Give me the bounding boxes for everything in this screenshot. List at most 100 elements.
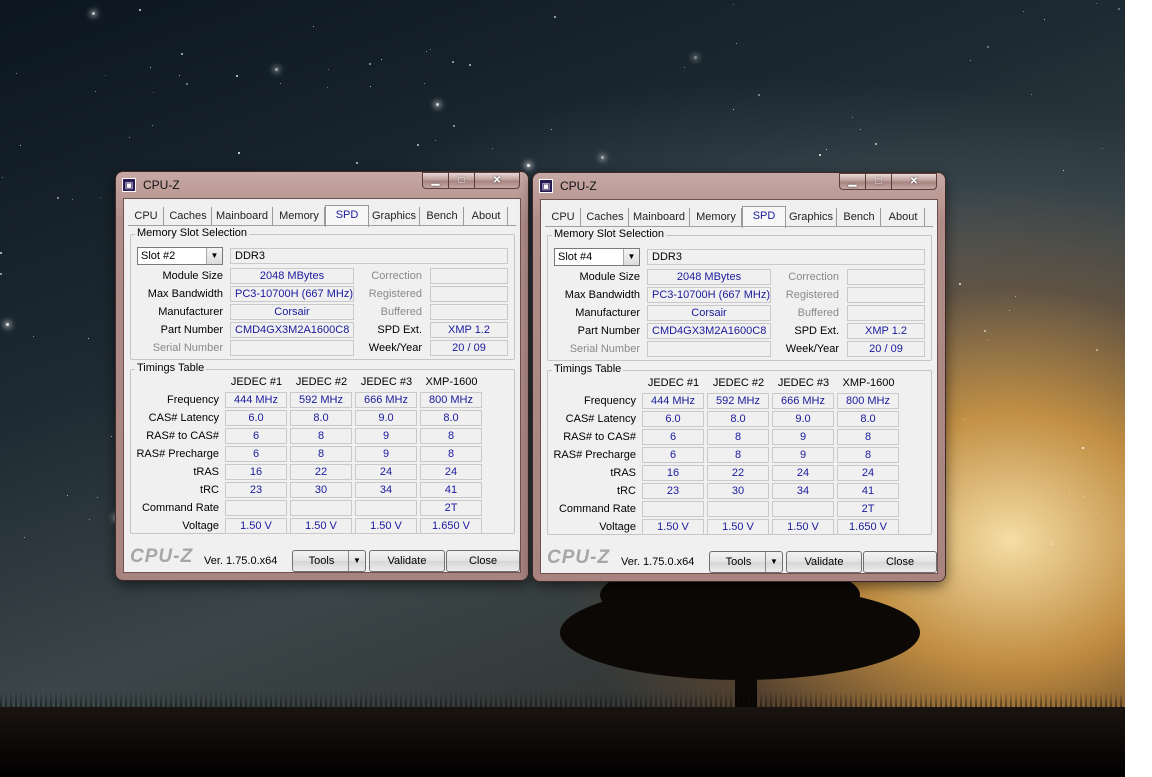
star bbox=[274, 68, 278, 72]
tab-bench[interactable]: Bench bbox=[421, 207, 464, 225]
timing-value: 23 bbox=[642, 483, 704, 499]
timing-row-label: tRAS bbox=[193, 466, 219, 478]
tab-cpu[interactable]: CPU bbox=[129, 207, 164, 225]
validate-button[interactable]: Validate bbox=[369, 550, 445, 572]
cpuz-app-icon[interactable]: ▣ bbox=[122, 178, 136, 192]
part-number-label: Part Number bbox=[577, 325, 640, 337]
close-button[interactable]: Close bbox=[863, 551, 937, 573]
tab-mainboard[interactable]: Mainboard bbox=[629, 208, 690, 226]
group-title: Timings Table bbox=[552, 363, 624, 375]
timing-column-header: JEDEC #3 bbox=[777, 377, 830, 389]
slot-select[interactable]: Slot #2 ▼ bbox=[137, 247, 223, 265]
timing-row-label: RAS# to CAS# bbox=[563, 431, 636, 443]
tab-bench[interactable]: Bench bbox=[838, 208, 881, 226]
tab-memory[interactable]: Memory bbox=[274, 207, 325, 225]
maximize-button[interactable]: □ bbox=[448, 172, 475, 189]
chevron-down-icon[interactable]: ▼ bbox=[348, 551, 365, 571]
buffered-value bbox=[847, 305, 925, 321]
timing-value: 1.50 V bbox=[290, 518, 352, 534]
timing-value: 444 MHz bbox=[225, 392, 287, 408]
timing-row-label: Frequency bbox=[167, 394, 219, 406]
chevron-down-icon[interactable]: ▼ bbox=[765, 552, 782, 572]
star bbox=[859, 129, 861, 131]
timing-value: 8.0 bbox=[290, 410, 352, 426]
timing-value: 1.50 V bbox=[772, 519, 834, 535]
star bbox=[33, 336, 35, 338]
tab-spd[interactable]: SPD bbox=[742, 206, 786, 228]
slot-select-value: Slot #2 bbox=[141, 250, 176, 262]
tab-about[interactable]: About bbox=[465, 207, 508, 225]
timing-value: 1.50 V bbox=[355, 518, 417, 534]
close-button[interactable]: Close bbox=[446, 550, 520, 572]
star bbox=[91, 11, 95, 15]
star bbox=[1031, 93, 1033, 95]
star bbox=[5, 323, 9, 327]
tab-graphics[interactable]: Graphics bbox=[786, 208, 837, 226]
correction-value bbox=[430, 268, 508, 284]
star bbox=[453, 125, 456, 127]
star bbox=[20, 145, 22, 147]
timing-value: 30 bbox=[290, 482, 352, 498]
star bbox=[328, 69, 330, 71]
timing-value: 592 MHz bbox=[707, 393, 769, 409]
star bbox=[451, 61, 454, 64]
timing-value: 8 bbox=[837, 429, 899, 445]
tab-mainboard[interactable]: Mainboard bbox=[212, 207, 273, 225]
chevron-down-icon[interactable]: ▼ bbox=[623, 249, 639, 265]
registered-value bbox=[847, 287, 925, 303]
maximize-icon: □ bbox=[458, 175, 465, 186]
timing-value: 8 bbox=[290, 446, 352, 462]
timing-value: 1.650 V bbox=[837, 519, 899, 535]
cpuz-window[interactable]: ▣ CPU-Z ▁ □ ✕ CPU Caches Mainboard Memor… bbox=[116, 172, 528, 580]
star bbox=[153, 92, 155, 94]
timing-row-label: Command Rate bbox=[141, 502, 219, 514]
timing-value: 8.0 bbox=[837, 411, 899, 427]
version-text: Ver. 1.75.0.x64 bbox=[621, 556, 695, 568]
cpuz-window[interactable]: ▣ CPU-Z ▁ □ ✕ CPU Caches Mainboard Memor… bbox=[533, 173, 945, 581]
star bbox=[527, 299, 529, 301]
timing-value: 8 bbox=[707, 429, 769, 445]
star bbox=[693, 55, 697, 59]
tab-memory[interactable]: Memory bbox=[691, 208, 742, 226]
title-bar[interactable]: ▣ CPU-Z ▁ □ ✕ bbox=[533, 173, 945, 201]
buffered-value bbox=[430, 304, 508, 320]
close-window-button[interactable]: ✕ bbox=[891, 173, 937, 190]
slot-select[interactable]: Slot #4 ▼ bbox=[554, 248, 640, 266]
star bbox=[875, 143, 878, 146]
timing-value: 9 bbox=[772, 429, 834, 445]
correction-label: Correction bbox=[371, 270, 422, 282]
minimize-button[interactable]: ▁ bbox=[839, 173, 866, 190]
cpuz-app-icon[interactable]: ▣ bbox=[539, 179, 553, 193]
timing-row-label: tRC bbox=[200, 484, 219, 496]
correction-label: Correction bbox=[788, 271, 839, 283]
close-window-button[interactable]: ✕ bbox=[474, 172, 520, 189]
timing-value: 16 bbox=[642, 465, 704, 481]
star bbox=[326, 87, 328, 89]
buffered-label: Buffered bbox=[380, 306, 422, 318]
tab-graphics[interactable]: Graphics bbox=[369, 207, 420, 225]
tools-button[interactable]: Tools ▼ bbox=[709, 551, 783, 573]
timing-value: 6 bbox=[225, 428, 287, 444]
chevron-down-icon[interactable]: ▼ bbox=[206, 248, 222, 264]
tools-button[interactable]: Tools ▼ bbox=[292, 550, 366, 572]
title-bar[interactable]: ▣ CPU-Z ▁ □ ✕ bbox=[116, 172, 528, 200]
tab-spd[interactable]: SPD bbox=[325, 205, 369, 227]
tab-caches[interactable]: Caches bbox=[582, 208, 629, 226]
minimize-button[interactable]: ▁ bbox=[422, 172, 449, 189]
tab-cpu[interactable]: CPU bbox=[546, 208, 581, 226]
timing-row-label: Voltage bbox=[182, 520, 219, 532]
tab-about[interactable]: About bbox=[882, 208, 925, 226]
star bbox=[279, 83, 281, 85]
validate-button[interactable]: Validate bbox=[786, 551, 862, 573]
serial-number-value bbox=[647, 341, 771, 357]
star bbox=[526, 163, 530, 167]
tools-label: Tools bbox=[308, 555, 335, 567]
maximize-button[interactable]: □ bbox=[865, 173, 892, 190]
timing-value: 22 bbox=[707, 465, 769, 481]
timing-value bbox=[290, 500, 352, 516]
timing-row-label: RAS# Precharge bbox=[136, 448, 219, 460]
group-title: Timings Table bbox=[135, 362, 207, 374]
timing-column-header: JEDEC #2 bbox=[712, 377, 765, 389]
tab-caches[interactable]: Caches bbox=[165, 207, 212, 225]
star bbox=[1081, 447, 1084, 450]
